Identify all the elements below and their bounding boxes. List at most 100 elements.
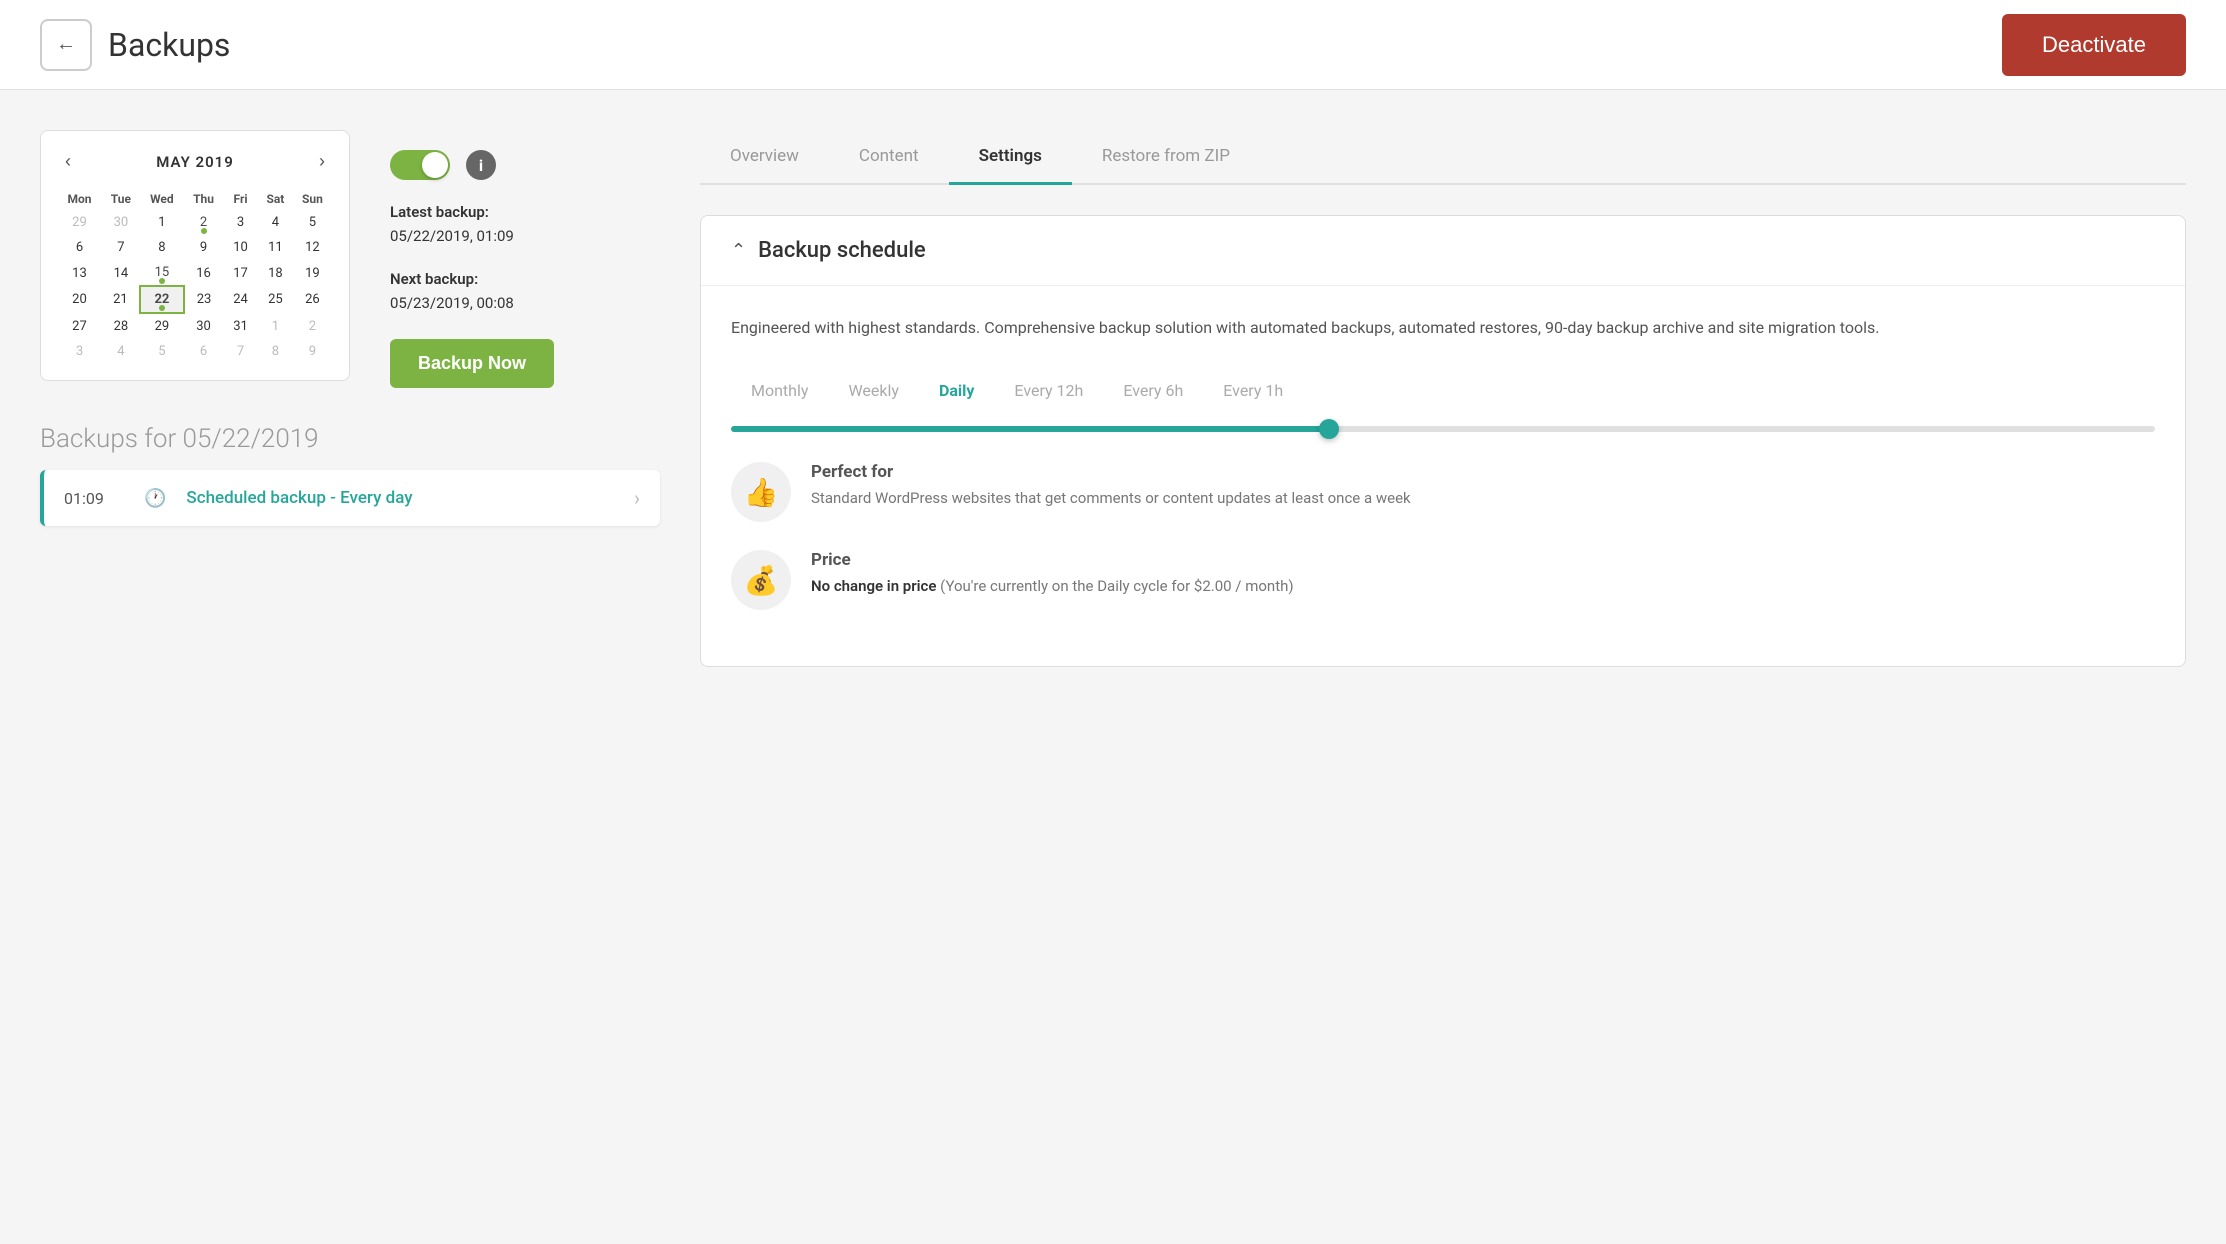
- price-no-change: No change in price: [811, 577, 936, 595]
- price-title: Price: [811, 550, 1294, 570]
- deactivate-button[interactable]: Deactivate: [2002, 14, 2186, 76]
- calendar-day[interactable]: 5: [293, 210, 332, 235]
- calendar-day[interactable]: 23: [184, 286, 223, 313]
- calendar-day[interactable]: 24: [223, 286, 258, 313]
- info-icon[interactable]: i: [466, 150, 496, 180]
- backup-entries-list: 01:09 🕐 Scheduled backup - Every day ›: [40, 470, 660, 526]
- calendar-day[interactable]: 18: [258, 260, 293, 286]
- calendar-day[interactable]: 22: [140, 286, 184, 313]
- slider-track[interactable]: [731, 426, 2155, 432]
- calendar-day[interactable]: 1: [258, 313, 293, 339]
- calendar-day[interactable]: 14: [102, 260, 140, 286]
- calendar-day[interactable]: 17: [223, 260, 258, 286]
- chevron-up-icon: ⌃: [731, 240, 746, 261]
- settings-description: Engineered with highest standards. Compr…: [731, 314, 2155, 341]
- calendar-day[interactable]: 7: [102, 235, 140, 260]
- calendar-day[interactable]: 5: [140, 339, 184, 364]
- calendar-day[interactable]: 3: [57, 339, 102, 364]
- calendar-header: ‹ MAY 2019 ›: [57, 147, 333, 176]
- backups-date-label: Backups for 05/22/2019: [40, 424, 660, 454]
- calendar-day[interactable]: 4: [258, 210, 293, 235]
- calendar-week-row: 3456789: [57, 339, 332, 364]
- freq-tab-every-1h[interactable]: Every 1h: [1203, 371, 1303, 410]
- freq-tab-monthly[interactable]: Monthly: [731, 371, 828, 410]
- calendar-day[interactable]: 12: [293, 235, 332, 260]
- frequency-tabs: MonthlyWeeklyDailyEvery 12hEvery 6hEvery…: [731, 371, 2155, 410]
- next-backup-label: Next backup:: [390, 270, 478, 288]
- price-icon-wrap: 💰: [731, 550, 791, 610]
- calendar-week-row: 20212223242526: [57, 286, 332, 313]
- calendar-dow-mon: Mon: [57, 188, 102, 210]
- calendar-day[interactable]: 13: [57, 260, 102, 286]
- calendar-day[interactable]: 9: [293, 339, 332, 364]
- tabs-bar: OverviewContentSettingsRestore from ZIP: [700, 130, 2186, 185]
- calendar-dow-thu: Thu: [184, 188, 223, 210]
- calendar-day[interactable]: 27: [57, 313, 102, 339]
- calendar-day[interactable]: 2: [293, 313, 332, 339]
- backup-now-button[interactable]: Backup Now: [390, 339, 554, 388]
- calendar-day[interactable]: 4: [102, 339, 140, 364]
- calendar-day[interactable]: 8: [140, 235, 184, 260]
- calendar-day[interactable]: 6: [184, 339, 223, 364]
- tab-settings[interactable]: Settings: [949, 130, 1072, 185]
- back-button[interactable]: ←: [40, 19, 92, 71]
- calendar-week-row: 13141516171819: [57, 260, 332, 286]
- backup-info: Latest backup: 05/22/2019, 01:09 Next ba…: [390, 200, 554, 315]
- calendar-day[interactable]: 20: [57, 286, 102, 313]
- calendar-dow-sat: Sat: [258, 188, 293, 210]
- calendar-prev-button[interactable]: ‹: [57, 147, 79, 176]
- backup-status-panel: i Latest backup: 05/22/2019, 01:09 Next …: [390, 130, 554, 388]
- calendar-grid: MonTueWedThuFriSatSun 293012345678910111…: [57, 188, 333, 364]
- calendar-day[interactable]: 29: [140, 313, 184, 339]
- freq-tab-every-12h[interactable]: Every 12h: [994, 371, 1103, 410]
- calendar-day[interactable]: 21: [102, 286, 140, 313]
- backup-entry[interactable]: 01:09 🕐 Scheduled backup - Every day ›: [40, 470, 660, 526]
- slider-container: [731, 426, 2155, 432]
- tab-content[interactable]: Content: [829, 130, 949, 185]
- freq-tab-daily[interactable]: Daily: [919, 371, 994, 410]
- calendar-day[interactable]: 16: [184, 260, 223, 286]
- freq-tab-weekly[interactable]: Weekly: [828, 371, 919, 410]
- calendar-day[interactable]: 2: [184, 210, 223, 235]
- toggle-knob: [422, 152, 448, 178]
- latest-backup-value: 05/22/2019, 01:09: [390, 227, 514, 245]
- perfect-for-desc: Standard WordPress websites that get com…: [811, 486, 1411, 510]
- settings-card-title: Backup schedule: [758, 238, 926, 263]
- freq-tab-every-6h[interactable]: Every 6h: [1103, 371, 1203, 410]
- backup-toggle[interactable]: [390, 150, 450, 180]
- calendar-day[interactable]: 6: [57, 235, 102, 260]
- calendar-day[interactable]: 11: [258, 235, 293, 260]
- calendar-day[interactable]: 7: [223, 339, 258, 364]
- thumbs-up-icon-wrap: 👍: [731, 462, 791, 522]
- calendar-week-row: 6789101112: [57, 235, 332, 260]
- backup-entry-label: Scheduled backup - Every day: [186, 488, 412, 508]
- calendar-day[interactable]: 15: [140, 260, 184, 286]
- tab-overview[interactable]: Overview: [700, 130, 829, 185]
- top-area: ‹ MAY 2019 › MonTueWedThuFriSatSun 29301…: [40, 130, 660, 388]
- calendar-day[interactable]: 30: [184, 313, 223, 339]
- settings-card-header: ⌃ Backup schedule: [701, 216, 2185, 286]
- thumbs-up-icon: 👍: [744, 476, 779, 509]
- calendar-day[interactable]: 1: [140, 210, 184, 235]
- calendar: ‹ MAY 2019 › MonTueWedThuFriSatSun 29301…: [40, 130, 350, 381]
- calendar-day[interactable]: 10: [223, 235, 258, 260]
- calendar-day[interactable]: 31: [223, 313, 258, 339]
- calendar-dow-tue: Tue: [102, 188, 140, 210]
- calendar-day[interactable]: 30: [102, 210, 140, 235]
- calendar-day[interactable]: 9: [184, 235, 223, 260]
- calendar-day[interactable]: 25: [258, 286, 293, 313]
- slider-thumb[interactable]: [1319, 419, 1339, 439]
- calendar-day[interactable]: 26: [293, 286, 332, 313]
- settings-card-body: Engineered with highest standards. Compr…: [701, 286, 2185, 666]
- right-panel: OverviewContentSettingsRestore from ZIP …: [700, 130, 2186, 667]
- header-left: ← Backups: [40, 19, 230, 71]
- calendar-next-button[interactable]: ›: [311, 147, 333, 176]
- calendar-day[interactable]: 19: [293, 260, 332, 286]
- dollar-icon: 💰: [744, 564, 779, 597]
- calendar-day[interactable]: 8: [258, 339, 293, 364]
- calendar-day[interactable]: 3: [223, 210, 258, 235]
- price-row: 💰 Price No change in price (You're curre…: [731, 550, 2155, 610]
- tab-restore-from-zip[interactable]: Restore from ZIP: [1072, 130, 1260, 185]
- calendar-day[interactable]: 29: [57, 210, 102, 235]
- calendar-day[interactable]: 28: [102, 313, 140, 339]
